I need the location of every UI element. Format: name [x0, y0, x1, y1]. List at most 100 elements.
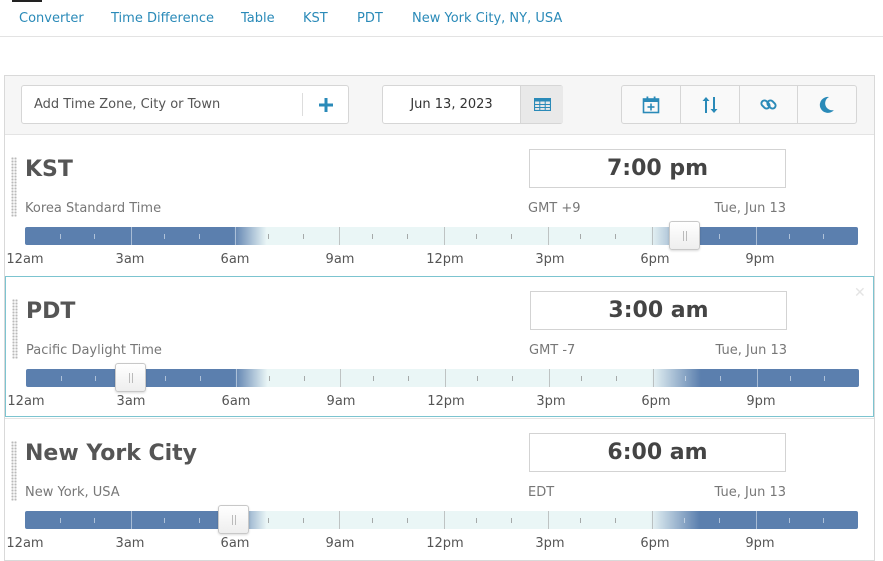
slider-handle[interactable]	[115, 363, 147, 392]
zone-date: Tue, Jun 13	[714, 485, 786, 500]
hour-tick	[581, 376, 583, 381]
hour-tick	[303, 376, 305, 381]
tab-kst[interactable]: KST	[303, 11, 328, 26]
hour-tick	[302, 518, 304, 523]
hour-label: 12pm	[427, 394, 465, 409]
hour-tick	[372, 234, 374, 239]
calendar-button[interactable]	[520, 86, 563, 123]
hour-tick	[302, 234, 304, 239]
zone-time-input[interactable]: 6:00 am	[529, 433, 786, 472]
hour-label: 9pm	[745, 252, 775, 267]
toolbar: Jun 13, 2023	[5, 76, 874, 135]
tab-pdt[interactable]: PDT	[357, 11, 383, 26]
hour-tick	[59, 518, 61, 523]
hour-tick	[94, 234, 96, 239]
hour-label: 3am	[116, 394, 146, 409]
search-divider	[302, 93, 303, 116]
tab-time-difference[interactable]: Time Difference	[111, 11, 214, 26]
hour-labels: 12am 3am 6am 9am 12pm 3pm 6pm 9pm	[5, 536, 874, 552]
hour-tick	[267, 518, 269, 523]
hour-divider	[235, 227, 237, 245]
hour-tick	[373, 376, 375, 381]
dark-mode-button[interactable]	[798, 86, 856, 123]
hour-tick	[198, 518, 200, 523]
hour-slider[interactable]	[25, 227, 858, 245]
hour-tick	[788, 518, 790, 523]
date-picker[interactable]: Jun 13, 2023	[382, 85, 563, 124]
hour-tick	[407, 376, 409, 381]
slider-handle[interactable]	[669, 221, 701, 250]
hour-divider	[236, 369, 238, 387]
zone-subtitle: Korea Standard Time	[25, 201, 162, 216]
zone-offset: GMT +9	[528, 201, 581, 216]
hour-tick	[94, 518, 96, 523]
hour-label: 3pm	[535, 252, 565, 267]
tab-converter[interactable]: Converter	[19, 11, 84, 26]
sort-button[interactable]	[681, 86, 740, 123]
zone-time-input[interactable]: 3:00 am	[530, 291, 787, 330]
tab-new-york-city[interactable]: New York City, NY, USA	[412, 11, 562, 26]
hour-tick	[719, 518, 721, 523]
hour-label: 6am	[221, 394, 251, 409]
hour-label: 12pm	[426, 536, 464, 551]
moon-icon	[819, 96, 835, 113]
hour-divider	[340, 369, 342, 387]
hour-label: 3pm	[536, 394, 566, 409]
hour-tick	[580, 234, 582, 239]
hour-label: 9pm	[746, 394, 776, 409]
drag-handle[interactable]	[11, 441, 17, 501]
hour-tick	[684, 518, 686, 523]
hour-tick	[372, 518, 374, 523]
hour-divider	[131, 511, 133, 529]
zone-subtitle: Pacific Daylight Time	[26, 343, 162, 358]
zone-row[interactable]: KST Korea Standard Time 7:00 pm GMT +9 Tue, …	[5, 134, 874, 275]
zone-row[interactable]: PDT Pacific Daylight Time 3:00 am GMT -7 Tue…	[5, 276, 874, 417]
zone-offset: GMT -7	[529, 343, 576, 358]
drag-handle[interactable]	[11, 157, 17, 217]
hour-label: 12pm	[426, 252, 464, 267]
zone-offset: EDT	[528, 485, 555, 500]
tab-table[interactable]: Table	[241, 11, 275, 26]
hour-tick	[95, 376, 97, 381]
hour-tick	[511, 376, 513, 381]
zone-name: PDT	[26, 299, 76, 324]
hour-label: 9pm	[745, 536, 775, 551]
hour-divider	[548, 369, 550, 387]
hour-slider[interactable]	[25, 511, 858, 529]
search-input[interactable]	[22, 86, 300, 123]
hour-tick	[477, 376, 479, 381]
hour-label: 9am	[325, 536, 355, 551]
hour-tick	[163, 234, 165, 239]
hour-labels: 12am 3am 6am 9am 12pm 3pm 6pm 9pm	[5, 252, 874, 268]
zone-subtitle: New York, USA	[25, 485, 120, 500]
hour-label: 6pm	[641, 394, 671, 409]
hour-label: 3am	[115, 536, 145, 551]
hour-tick	[824, 376, 826, 381]
hour-divider	[755, 511, 757, 529]
hour-label: 3pm	[535, 536, 565, 551]
hour-tick	[60, 376, 62, 381]
add-zone-button[interactable]	[304, 86, 348, 123]
hour-tick	[789, 376, 791, 381]
hour-tick	[615, 234, 617, 239]
zone-row[interactable]: New York City New York, USA 6:00 am EDT Tue,…	[5, 418, 874, 559]
hour-divider	[339, 227, 341, 245]
hour-tick	[164, 376, 166, 381]
date-value[interactable]: Jun 13, 2023	[383, 86, 520, 123]
slider-handle[interactable]	[218, 505, 250, 534]
hour-tick	[476, 518, 478, 523]
hour-tick	[823, 518, 825, 523]
hour-slider[interactable]	[26, 369, 859, 387]
search-box	[21, 85, 349, 124]
hour-tick	[616, 376, 618, 381]
share-link-button[interactable]	[740, 86, 799, 123]
close-icon[interactable]: ✕	[854, 285, 866, 301]
hour-label: 6am	[220, 252, 250, 267]
add-event-button[interactable]	[622, 86, 681, 123]
top-nav: Converter Time Difference Table KST PDT …	[0, 0, 883, 37]
calendar-grid-icon	[533, 98, 551, 111]
hour-divider	[756, 369, 758, 387]
hour-label: 6pm	[640, 536, 670, 551]
zone-time-input[interactable]: 7:00 pm	[529, 149, 786, 188]
drag-handle[interactable]	[12, 299, 18, 359]
